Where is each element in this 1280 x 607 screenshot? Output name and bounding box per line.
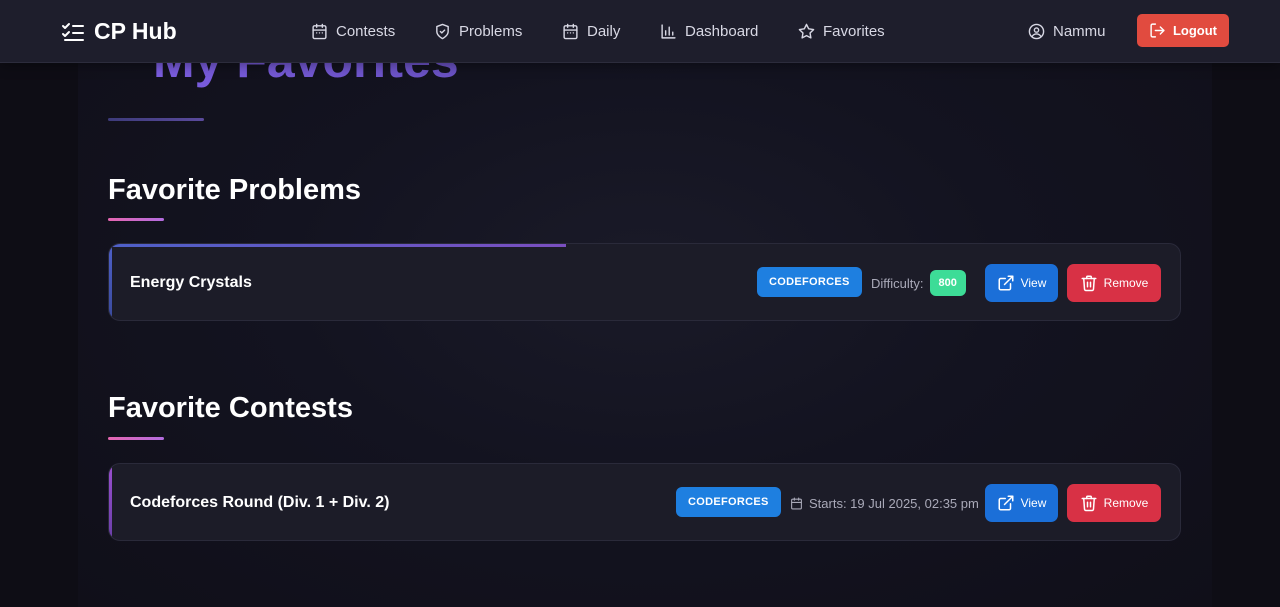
title-underline bbox=[108, 118, 204, 121]
user-name: Nammu bbox=[1053, 23, 1106, 40]
list-checks-icon bbox=[62, 22, 84, 41]
problem-name[interactable]: Energy Crystals bbox=[130, 244, 252, 320]
bar-chart-icon bbox=[661, 24, 676, 39]
favorite-problem-card: Energy Crystals CODEFORCES Difficulty: 8… bbox=[108, 243, 1181, 321]
difficulty-badge: 800 bbox=[929, 270, 966, 296]
nav-item-label: Dashboard bbox=[685, 23, 759, 40]
remove-button-label: Remove bbox=[1103, 496, 1149, 510]
trash-icon bbox=[1081, 495, 1097, 512]
view-button[interactable]: View bbox=[985, 484, 1058, 522]
external-link-icon bbox=[998, 495, 1014, 511]
contest-start-meta: Starts: 19 Jul 2025, 02:35 pm bbox=[790, 464, 979, 540]
nav-item-label: Contests bbox=[336, 23, 396, 40]
star-icon bbox=[798, 23, 815, 39]
nav-item-dashboard[interactable]: Dashboard bbox=[660, 0, 758, 63]
nav-item-problems[interactable]: Problems bbox=[434, 0, 522, 63]
logout-icon bbox=[1150, 23, 1165, 38]
favorite-contest-card: Codeforces Round (Div. 1 + Div. 2) CODEF… bbox=[108, 463, 1181, 541]
brand-link[interactable]: CP Hub bbox=[61, 0, 177, 63]
remove-button[interactable]: Remove bbox=[1067, 264, 1161, 302]
view-button-label: View bbox=[1020, 276, 1047, 290]
navbar: CP Hub Contests Problems Daily Dashboard… bbox=[0, 0, 1280, 63]
calendar-icon bbox=[312, 23, 327, 40]
calendar-icon bbox=[791, 497, 802, 509]
user-profile-link[interactable]: Nammu bbox=[1028, 0, 1106, 63]
trash-icon bbox=[1081, 275, 1097, 292]
nav-item-daily[interactable]: Daily bbox=[562, 0, 620, 63]
difficulty-meta: Difficulty: 800 bbox=[871, 244, 966, 320]
section-title-contests: Favorite Contests bbox=[108, 392, 353, 424]
difficulty-label: Difficulty: bbox=[871, 275, 924, 291]
contest-name[interactable]: Codeforces Round (Div. 1 + Div. 2) bbox=[130, 464, 389, 540]
shield-icon bbox=[436, 23, 449, 40]
view-button[interactable]: View bbox=[985, 264, 1058, 302]
brand-name: CP Hub bbox=[94, 18, 177, 44]
card-accent-bar bbox=[109, 244, 112, 320]
user-circle-icon bbox=[1028, 23, 1045, 40]
calendar-icon bbox=[563, 23, 578, 40]
section-underline bbox=[108, 218, 164, 221]
nav-item-contests[interactable]: Contests bbox=[311, 0, 395, 63]
nav-item-label: Favorites bbox=[823, 23, 885, 40]
platform-badge: CODEFORCES bbox=[757, 267, 862, 297]
remove-button-label: Remove bbox=[1103, 276, 1149, 290]
section-title-problems: Favorite Problems bbox=[108, 174, 362, 206]
platform-badge: CODEFORCES bbox=[676, 487, 781, 517]
card-accent-bar bbox=[109, 464, 112, 540]
logout-label: Logout bbox=[1172, 23, 1218, 38]
view-button-label: View bbox=[1020, 496, 1047, 510]
remove-button[interactable]: Remove bbox=[1067, 484, 1161, 522]
nav-item-favorites[interactable]: Favorites bbox=[798, 0, 885, 63]
nav-item-label: Problems bbox=[459, 23, 523, 40]
external-link-icon bbox=[998, 275, 1014, 291]
logout-button[interactable]: Logout bbox=[1137, 14, 1229, 47]
section-underline bbox=[108, 437, 164, 440]
nav-item-label: Daily bbox=[587, 23, 621, 40]
contest-start-text: Starts: 19 Jul 2025, 02:35 pm bbox=[809, 495, 979, 511]
